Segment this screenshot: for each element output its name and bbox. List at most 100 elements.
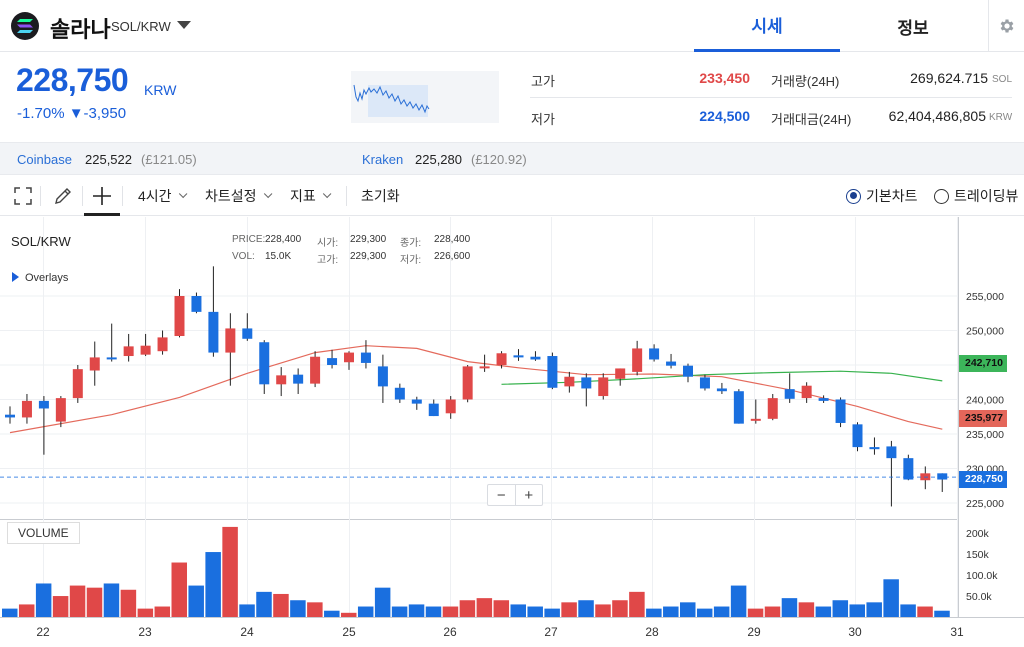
x-tick-label: 29 (747, 625, 761, 639)
gear-icon[interactable] (988, 0, 1024, 52)
candle-body (394, 387, 405, 400)
zoom-in-button[interactable]: + (514, 485, 543, 505)
volume-24h-unit: SOL (992, 74, 1013, 85)
volume-bar (798, 602, 815, 617)
tab-info[interactable]: 정보 (840, 0, 986, 52)
price-change: -1.70% ▼-3,950 (17, 105, 127, 122)
candle-body (123, 346, 134, 357)
candle-body (5, 414, 15, 418)
exchange-name[interactable]: Coinbase (17, 152, 72, 167)
candle-body (649, 348, 660, 360)
volume-bar (849, 604, 865, 617)
chart-settings-dropdown[interactable]: 차트설정 (205, 176, 272, 216)
interval-label: 4시간 (138, 188, 172, 204)
volume-bar (595, 604, 611, 617)
candle-body (530, 356, 541, 360)
exchange-price: 225,522 (85, 152, 132, 167)
volume-bar (917, 606, 933, 617)
volume-bar (815, 606, 832, 617)
y-tick-label: 240,000 (966, 395, 1004, 407)
amount-24h-label: 거래대금(24H) (771, 112, 852, 127)
candle-body (208, 311, 219, 353)
pencil-draw-icon[interactable] (53, 176, 73, 216)
volume-bar (781, 598, 798, 617)
volume-bar (52, 596, 69, 617)
high-label: 고가 (531, 74, 555, 89)
view-basic-label: 기본차트 (866, 188, 918, 204)
view-tradingview-radio[interactable]: 트레이딩뷰 (934, 176, 1018, 216)
candle-body (276, 375, 287, 385)
volume-bar (663, 606, 679, 617)
volume-bar (510, 604, 526, 617)
candle-body (157, 337, 168, 352)
x-tick-label: 25 (342, 625, 356, 639)
volume-bar (103, 583, 120, 617)
exchange-price-sub: (£121.05) (141, 152, 197, 167)
reset-button[interactable]: 초기화 (361, 176, 400, 216)
volume-bar (442, 606, 459, 617)
indicators-label: 지표 (290, 188, 316, 204)
indicators-dropdown[interactable]: 지표 (290, 176, 332, 216)
x-tick-label: 23 (138, 625, 152, 639)
coin-selector-chevron-down-icon[interactable] (177, 21, 191, 29)
volume-bar (188, 585, 204, 617)
candle-body (852, 424, 863, 448)
volume-bar (391, 606, 408, 617)
volume-bar (69, 585, 86, 617)
candle-body (615, 368, 626, 379)
triangle-right-icon (12, 272, 19, 282)
y-tick-label: 235,000 (966, 429, 1004, 441)
volume-bar (612, 600, 628, 617)
ohlc-high-label: 고가: (317, 255, 339, 266)
candle-body (716, 388, 727, 392)
candle-body (581, 377, 592, 389)
volume-bar (883, 579, 899, 617)
candle-body (55, 398, 66, 422)
radio-unselected-icon (934, 188, 949, 204)
volume-bar (357, 606, 374, 617)
candle-body (818, 398, 829, 401)
ohlc-open-label: 시가: (317, 238, 339, 249)
candle-body (242, 328, 253, 339)
candle-body (106, 357, 117, 360)
coin-pair: SOL/KRW (111, 19, 171, 34)
candlestick-chart-svg[interactable]: 22232425262728293031255,000250,000245,00… (0, 217, 1024, 647)
candle-body (733, 391, 744, 424)
overlays-toggle[interactable]: Overlays (12, 272, 68, 284)
candle-body (869, 447, 880, 450)
volume-24h-label: 거래량(24H) (771, 74, 840, 89)
chevron-down-icon (263, 189, 272, 199)
volume-bar (866, 602, 882, 617)
radio-selected-icon (846, 188, 861, 204)
interval-dropdown[interactable]: 4시간 (138, 176, 187, 216)
exchange-name[interactable]: Kraken (362, 152, 403, 167)
candle-body (140, 345, 151, 355)
candle-body (479, 366, 490, 369)
zoom-out-button[interactable]: − (488, 485, 515, 505)
candle-body (903, 458, 914, 480)
volume-bar (934, 610, 950, 617)
high-value: 233,450 (699, 70, 750, 86)
candle-body (259, 342, 270, 385)
candle-body (191, 296, 202, 312)
amount-24h-unit: KRW (989, 112, 1013, 123)
volume-bar (86, 587, 103, 617)
toolbar-divider (346, 186, 347, 206)
chart-background (0, 217, 1024, 647)
volume-bar (35, 583, 52, 617)
low-label: 저가 (531, 112, 555, 127)
candle-body (801, 385, 812, 399)
candle-body (496, 353, 507, 365)
candle-body (225, 328, 236, 353)
x-tick-label: 27 (544, 625, 558, 639)
view-basic-radio[interactable]: 기본차트 (846, 176, 918, 216)
fullscreen-icon[interactable] (14, 176, 32, 216)
price-chart[interactable]: 22232425262728293031255,000250,000245,00… (0, 217, 1024, 647)
x-tick-label: 31 (950, 625, 964, 639)
ohlc-low-label: 저가: (400, 255, 422, 266)
crosshair-plus-icon[interactable] (92, 176, 112, 216)
volume-bar (578, 600, 594, 617)
tab-quote[interactable]: 시세 (694, 0, 840, 52)
ohlc-vol-label: VOL: (232, 251, 255, 262)
low-value: 224,500 (699, 108, 750, 124)
